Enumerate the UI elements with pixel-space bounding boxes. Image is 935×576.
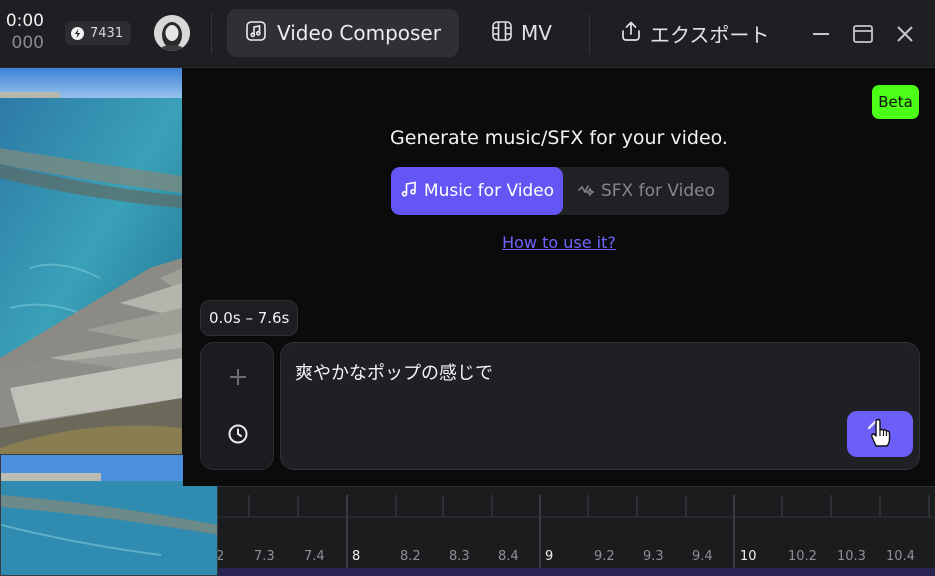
tab-export[interactable]: エクスポート bbox=[620, 9, 769, 57]
panel-headline: Generate music/SFX for your video. bbox=[390, 127, 728, 149]
top-bar: 0:00 000 7431 Video Composer MV エクスポート bbox=[0, 0, 935, 68]
prompt-input[interactable]: 爽やかなポップの感じで bbox=[280, 342, 920, 470]
tick-label: 10 bbox=[740, 549, 757, 564]
composer-panel: Beta Generate music/SFX for your video. … bbox=[183, 68, 935, 486]
tick-label: 10.2 bbox=[788, 549, 817, 564]
credits-badge[interactable]: 7431 bbox=[65, 21, 132, 45]
time-range-badge[interactable]: 0.0s – 7.6s bbox=[200, 300, 299, 336]
tick-label: 7.3 bbox=[254, 549, 275, 564]
timeline-ruler bbox=[218, 495, 935, 576]
playhead-time: 0:00 000 bbox=[0, 10, 44, 54]
tick-label: 2 bbox=[218, 549, 224, 564]
tab-mv[interactable]: MV bbox=[491, 9, 552, 57]
mode-switch: Music for Video SFX for Video bbox=[391, 167, 729, 215]
how-to-use-link[interactable]: How to use it? bbox=[183, 233, 935, 252]
history-clock-icon[interactable] bbox=[226, 422, 250, 446]
tick-label: 7.4 bbox=[304, 549, 325, 564]
tick-label: 10.4 bbox=[886, 549, 915, 564]
beta-badge: Beta bbox=[872, 85, 919, 119]
sparkle-wave-icon bbox=[577, 180, 595, 203]
tab-video-composer[interactable]: Video Composer bbox=[227, 9, 459, 57]
tick-label: 8 bbox=[352, 549, 361, 564]
upload-icon bbox=[620, 20, 642, 47]
audio-track[interactable] bbox=[218, 568, 935, 576]
segment-label: Music for Video bbox=[423, 181, 555, 201]
music-for-video-button[interactable]: Music for Video bbox=[391, 167, 563, 215]
tick-label: 8.3 bbox=[449, 549, 470, 564]
divider bbox=[589, 14, 590, 54]
sfx-for-video-button[interactable]: SFX for Video bbox=[563, 167, 729, 215]
segment-label: SFX for Video bbox=[600, 181, 716, 201]
tick-label: 8.4 bbox=[498, 549, 519, 564]
maximize-button[interactable] bbox=[851, 22, 875, 46]
credits-count: 7431 bbox=[90, 25, 124, 41]
timeline[interactable]: 2 7.3 7.4 8 8.2 8.3 8.4 9 9.2 9.3 9.4 10 10.2 10.3 10.… bbox=[218, 486, 935, 576]
time-sub: 000 bbox=[11, 33, 44, 53]
minimize-button[interactable] bbox=[809, 22, 833, 46]
tick-label: 8.2 bbox=[400, 549, 421, 564]
tick-label: 9.3 bbox=[643, 549, 664, 564]
time-current: 0:00 bbox=[5, 11, 44, 31]
avatar[interactable] bbox=[154, 15, 190, 51]
tick-label: 9.4 bbox=[692, 549, 713, 564]
prompt-tools bbox=[200, 342, 274, 470]
prompt-text[interactable]: 爽やかなポップの感じで bbox=[295, 359, 493, 385]
tick-label: 9.2 bbox=[594, 549, 615, 564]
add-button[interactable] bbox=[226, 365, 250, 389]
pointer-hand-icon bbox=[865, 416, 895, 452]
film-icon bbox=[491, 20, 513, 47]
close-button[interactable] bbox=[893, 22, 917, 46]
generate-button[interactable] bbox=[847, 411, 913, 457]
tab-label: MV bbox=[521, 21, 552, 45]
credit-coin-icon bbox=[71, 26, 84, 40]
music-note-icon bbox=[245, 20, 267, 47]
tab-label: Video Composer bbox=[277, 21, 441, 45]
music-note-icon bbox=[400, 180, 418, 203]
tick-label: 9 bbox=[545, 549, 554, 564]
tab-label: エクスポート bbox=[650, 22, 770, 47]
tick-label: 10.3 bbox=[837, 549, 866, 564]
video-preview[interactable] bbox=[0, 68, 182, 486]
divider bbox=[211, 14, 212, 54]
